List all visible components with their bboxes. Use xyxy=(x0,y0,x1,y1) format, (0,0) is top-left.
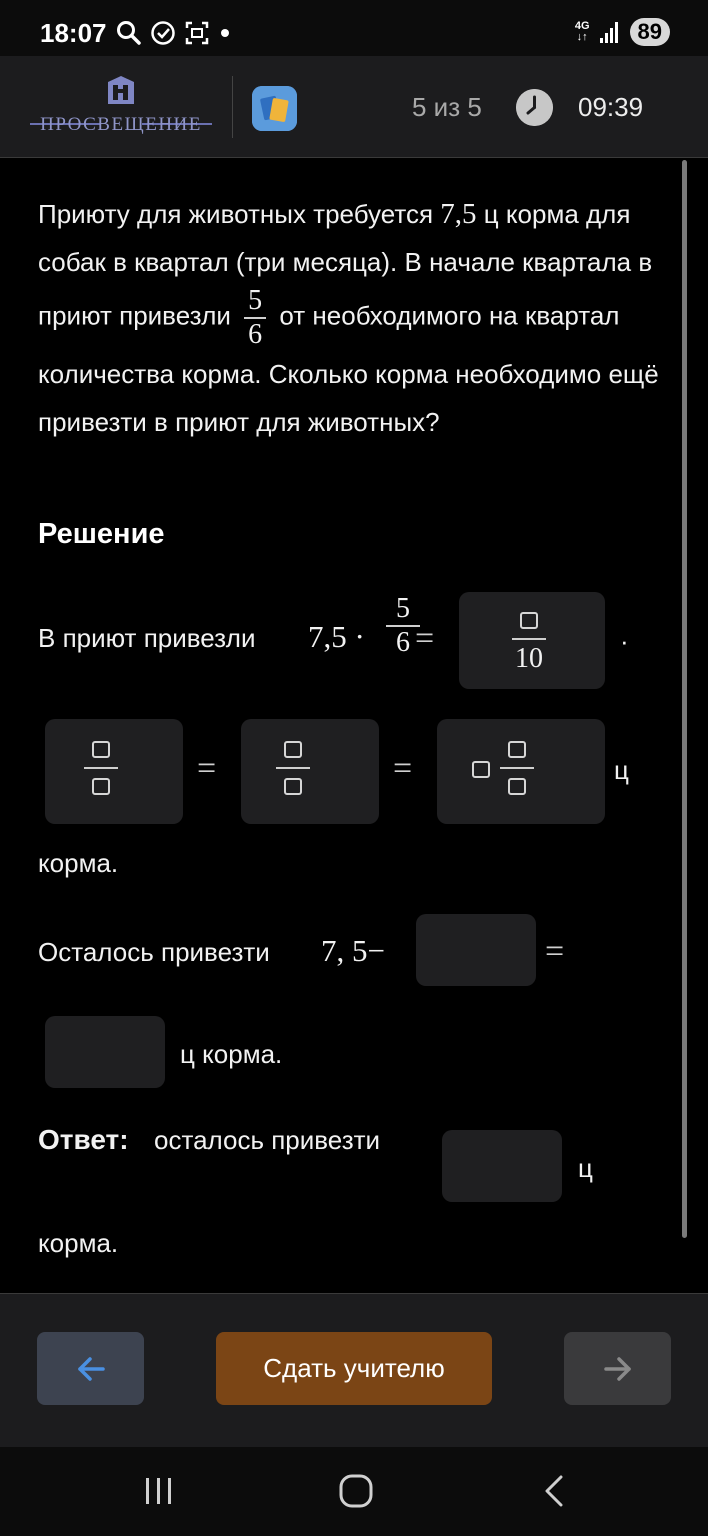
placeholder-numerator xyxy=(520,612,538,629)
bottom-action-bar: Сдать учителю xyxy=(0,1293,708,1447)
arrow-right-icon xyxy=(603,1356,631,1381)
clock-icon xyxy=(516,89,553,126)
placeholder-denominator xyxy=(92,777,110,795)
answer-unit: ц xyxy=(578,1153,593,1183)
question-progress: 5 из 5 xyxy=(412,92,482,122)
answer-box-remaining-2[interactable] xyxy=(45,1016,165,1088)
cards-icon xyxy=(252,86,297,131)
recent-apps-icon[interactable] xyxy=(144,1477,174,1505)
network-icon: 4G ↓↑ xyxy=(575,21,590,43)
placeholder-denominator xyxy=(284,777,302,795)
search-icon xyxy=(117,21,141,45)
status-bar: 18:07 4G ↓↑ 89 xyxy=(0,0,708,64)
status-icons xyxy=(116,20,232,46)
fraction-denominator: 6 xyxy=(248,318,263,350)
unit-c: ц xyxy=(614,755,629,785)
box-fraction xyxy=(500,741,534,795)
korma-text: корма. xyxy=(38,848,119,878)
fraction-denominator: 6 xyxy=(396,626,410,658)
check-circle-icon xyxy=(151,21,175,45)
header-divider xyxy=(232,76,233,138)
task-text: Приюту для животных требуется 7,5 ц корм… xyxy=(38,190,668,446)
solution-heading: Решение xyxy=(38,518,165,550)
answer-text: осталось привезти xyxy=(154,1125,381,1155)
box-denominator: 10 xyxy=(515,642,543,674)
fraction-bar xyxy=(276,767,310,769)
prosveshchenie-logo[interactable]: ПРОСВЕЩЕНИЕ xyxy=(30,74,212,136)
answer-box-fraction-2[interactable] xyxy=(241,719,379,824)
status-right: 4G ↓↑ 89 xyxy=(575,18,670,46)
answer-box-mixed-number[interactable] xyxy=(437,719,605,824)
app-cards-icon[interactable] xyxy=(252,86,297,131)
back-button[interactable] xyxy=(37,1332,144,1405)
remaining-expr: 7, 5− xyxy=(321,933,385,968)
battery-icon: 89 xyxy=(629,18,670,46)
answer-box-fraction-over-10[interactable]: 10 xyxy=(459,592,605,689)
signal-icon xyxy=(599,22,618,43)
remaining-text: Осталось привезти xyxy=(38,937,270,967)
fraction-numerator: 5 xyxy=(396,593,410,624)
solution-line1-text: В приют привезли xyxy=(38,623,256,653)
logo-emblem-icon xyxy=(108,76,134,104)
status-time: 18:07 xyxy=(40,18,107,48)
fraction-bar xyxy=(512,638,546,640)
fraction-bar xyxy=(500,767,534,769)
equals-sign: = xyxy=(545,933,565,970)
equals-sign: = xyxy=(197,750,217,787)
equals-sign: = xyxy=(393,750,413,787)
answer-box-fraction-1[interactable] xyxy=(45,719,183,824)
placeholder-denominator xyxy=(508,777,526,795)
fraction-numerator: 5 xyxy=(248,285,263,316)
arrow-left-icon xyxy=(77,1356,105,1381)
timer: 09:39 xyxy=(578,92,644,122)
answer-label: Ответ: xyxy=(38,1124,129,1155)
answer-box-final[interactable] xyxy=(442,1130,562,1202)
system-navigation-bar xyxy=(0,1447,708,1536)
box-fraction xyxy=(276,741,310,795)
logo-text: ПРОСВЕЩЕНИЕ xyxy=(40,114,202,135)
multiply-dot: · xyxy=(620,626,629,656)
notification-dot-icon xyxy=(221,29,229,37)
placeholder-whole xyxy=(472,761,490,778)
solution-line1-expr: 7,5 · xyxy=(308,619,365,654)
placeholder-numerator xyxy=(284,741,302,758)
task-amount: 7,5 xyxy=(440,198,477,230)
placeholder-numerator xyxy=(508,741,526,758)
fraction-bar xyxy=(84,767,118,769)
data-arrows-icon: ↓↑ xyxy=(576,31,588,43)
task-paragraph: Приюту для животных требуется 7,5 ц корм… xyxy=(38,190,668,446)
screen-capture-icon xyxy=(185,21,209,45)
equals-sign: = xyxy=(415,620,435,657)
answer-box-remaining-1[interactable] xyxy=(416,914,536,986)
placeholder-numerator xyxy=(92,741,110,758)
forward-button[interactable] xyxy=(564,1332,671,1405)
submit-to-teacher-button[interactable]: Сдать учителю xyxy=(216,1332,492,1405)
app-header: ПРОСВЕЩЕНИЕ 5 из 5 09:39 xyxy=(0,56,708,158)
answer-korma: корма. xyxy=(38,1228,119,1258)
box-fraction: 10 xyxy=(512,612,546,674)
task-text-part1: Приюту для животных требуется xyxy=(38,199,434,229)
scrollbar[interactable] xyxy=(682,160,687,1238)
home-icon[interactable] xyxy=(339,1474,373,1508)
back-nav-icon[interactable] xyxy=(542,1475,566,1507)
task-fraction: 5 6 xyxy=(244,285,267,350)
unit-korma: ц корма. xyxy=(180,1039,283,1069)
box-fraction xyxy=(84,741,118,795)
